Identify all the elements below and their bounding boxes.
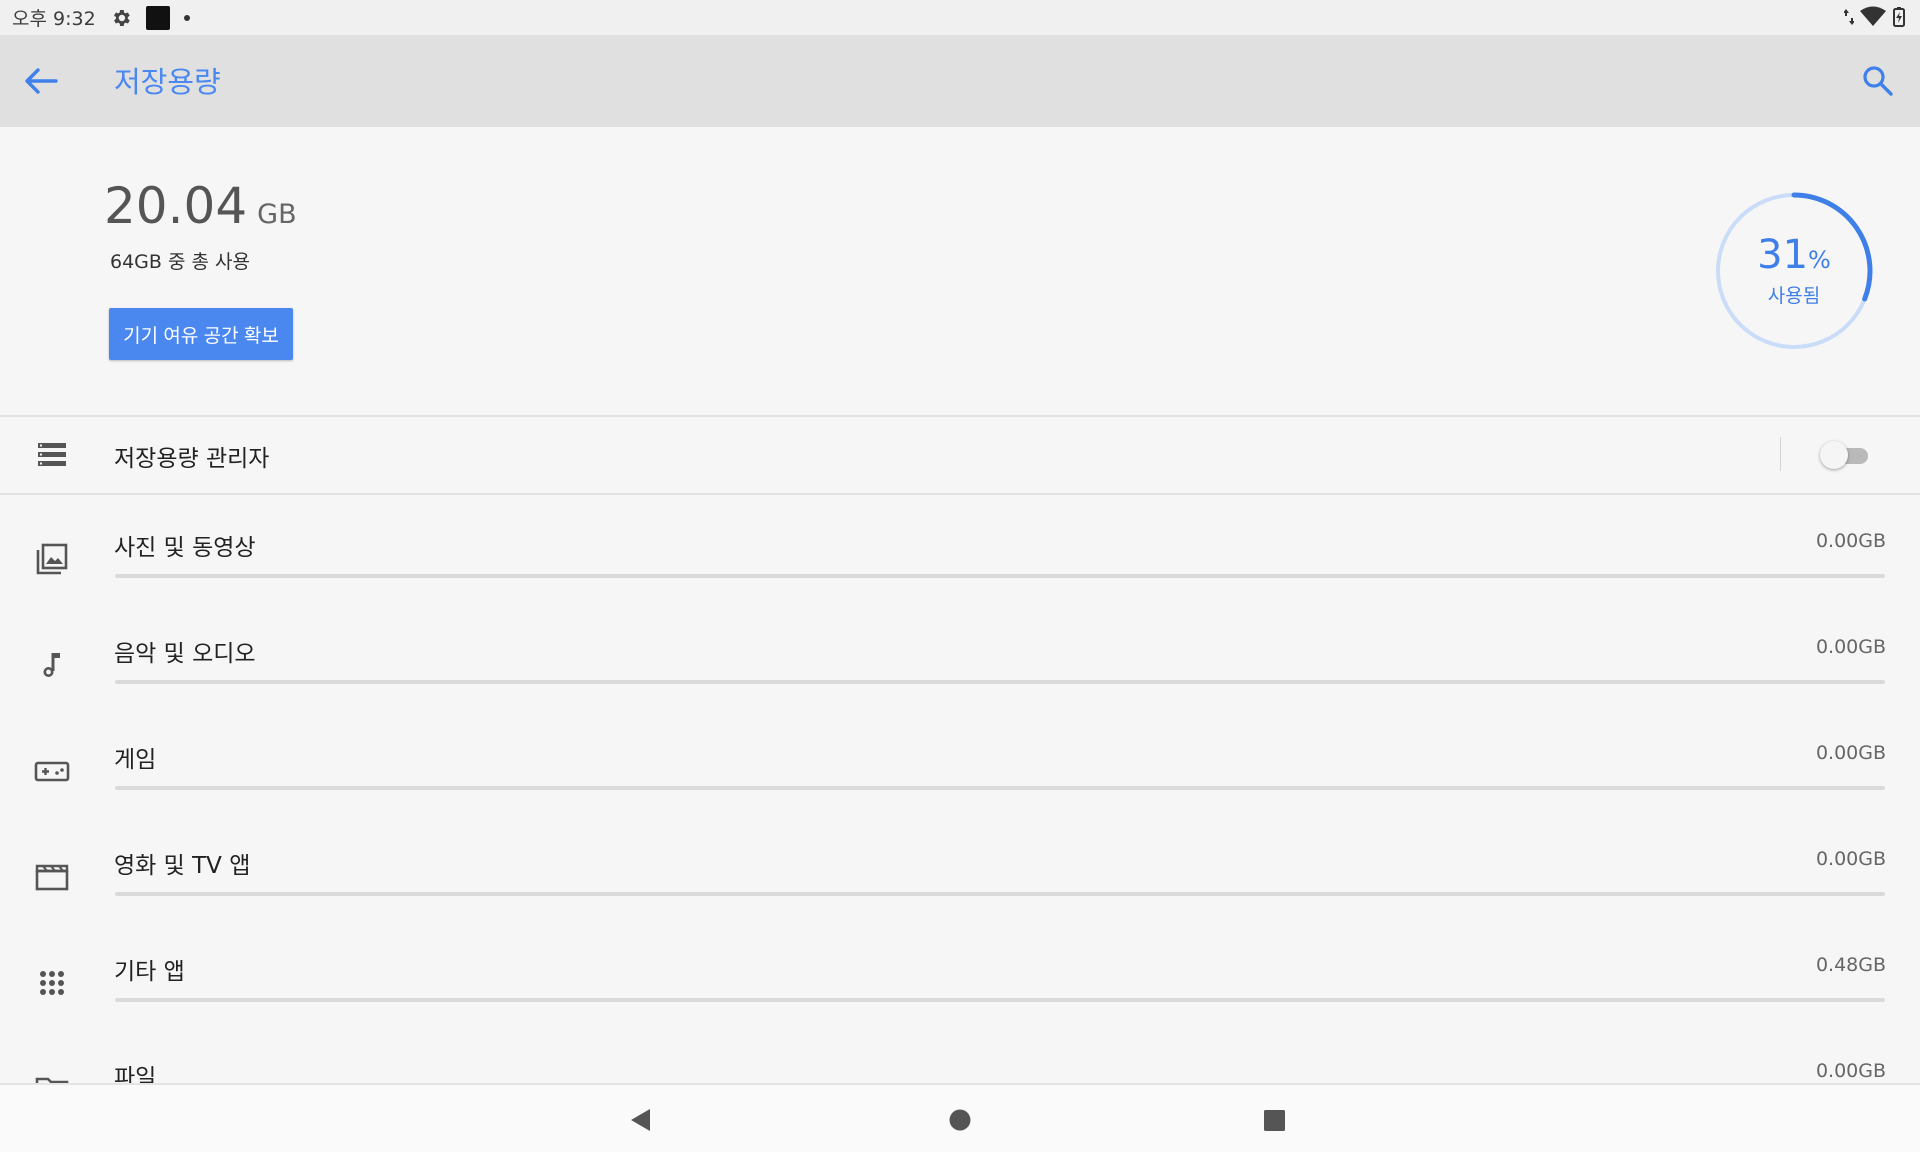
divider [0,493,1920,495]
category-usage-bar [115,680,1885,684]
folder-icon [35,1077,69,1083]
apps-grid-icon [40,971,64,995]
free-up-space-button[interactable]: 기기 여유 공간 확보 [109,308,293,360]
category-movies-tv[interactable]: 영화 및 TV 앱 0.00GB [0,829,1920,935]
category-label: 음악 및 오디오 [114,641,256,667]
usage-percent: 31% 사용됨 [1714,191,1874,351]
movie-icon [35,864,69,891]
nav-home-icon[interactable] [945,1105,975,1135]
category-usage-bar [115,892,1885,896]
gear-icon [113,9,130,26]
photo-library-icon [36,543,68,575]
storage-summary: 20.04 GB 64GB 중 총 사용 기기 여유 공간 확보 31% 사용됨 [0,127,1920,415]
page-title: 저장용량 [114,65,221,99]
data-arrows-icon [1844,9,1854,25]
category-size: 0.00GB [1815,530,1886,552]
category-size: 0.00GB [1815,742,1886,764]
dot-icon [183,14,190,21]
category-usage-bar [115,574,1885,578]
category-label: 게임 [114,747,157,773]
storage-list-icon [38,443,66,466]
nav-recents-icon[interactable] [1259,1105,1289,1135]
category-other-apps[interactable]: 기타 앱 0.48GB [0,935,1920,1041]
notification-square-icon [145,5,170,30]
storage-manager-row[interactable]: 저장용량 관리자 [0,417,1920,493]
category-label: 기타 앱 [114,959,185,985]
category-label: 파일 [114,1065,157,1083]
category-usage-bar [115,786,1885,790]
category-label: 영화 및 TV 앱 [114,853,251,879]
storage-manager-label: 저장용량 관리자 [114,446,270,472]
used-unit: GB [257,199,297,230]
search-icon[interactable] [1858,61,1898,101]
category-music-audio[interactable]: 음악 및 오디오 0.00GB [0,617,1920,723]
category-usage-bar [115,998,1885,1002]
navigation-bar [0,1083,1920,1152]
category-files[interactable]: 파일 0.00GB [0,1041,1920,1083]
usage-percent-value: 31 [1757,231,1809,278]
category-size: 0.00GB [1815,1060,1886,1082]
arrow-back-icon[interactable] [20,61,60,101]
used-value: 20.04 [104,177,248,235]
battery-icon [1893,7,1905,27]
used-amount: 20.04 GB [104,177,297,235]
category-games[interactable]: 게임 0.00GB [0,723,1920,829]
nav-back-icon[interactable] [626,1105,656,1135]
category-photos-videos[interactable]: 사진 및 동영상 0.00GB [0,511,1920,617]
music-note-icon [43,653,60,677]
status-time: 오후 9:32 [12,8,96,30]
vertical-separator [1780,437,1781,471]
category-size: 0.00GB [1815,636,1886,658]
gamepad-icon [34,761,70,782]
used-subtitle: 64GB 중 총 사용 [110,251,250,273]
storage-manager-toggle[interactable] [1818,440,1872,470]
category-size: 0.48GB [1815,954,1886,976]
usage-percent-symbol: % [1808,245,1831,274]
category-label: 사진 및 동영상 [114,535,256,561]
app-bar: 저장용량 [0,35,1920,127]
usage-percent-label: 사용됨 [1767,284,1821,307]
wifi-icon [1860,6,1886,26]
category-size: 0.00GB [1815,848,1886,870]
status-bar: 오후 9:32 [0,0,1920,35]
storage-settings-screen: 오후 9:32 저장용량 20.04 GB 64GB 중 총 사용 기기 여유 … [0,0,1920,1152]
